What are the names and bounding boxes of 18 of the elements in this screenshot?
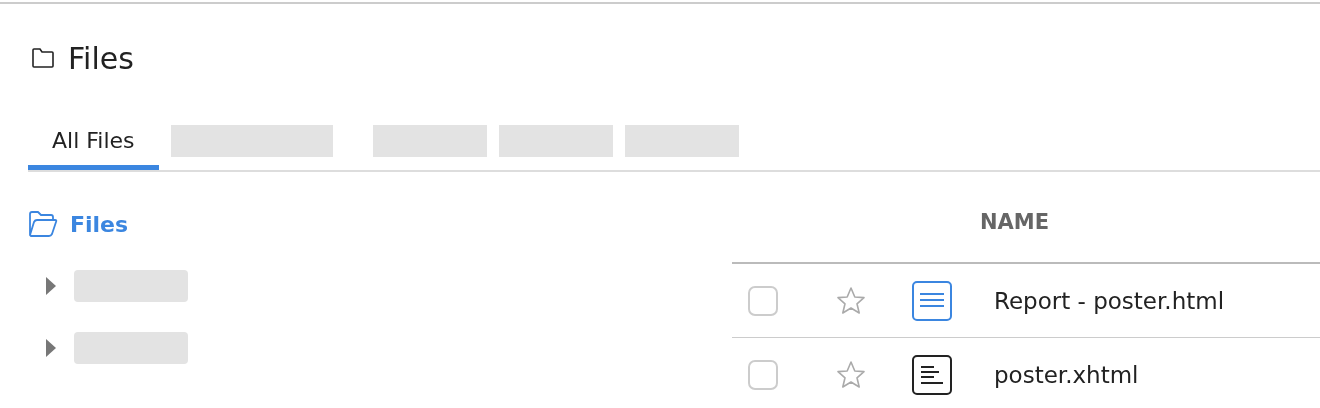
- folder-icon: [30, 47, 56, 69]
- column-header[interactable]: NAME: [980, 210, 1050, 262]
- checkbox[interactable]: [748, 285, 778, 316]
- tab[interactable]: All Files: [28, 125, 159, 170]
- checkbox[interactable]: [748, 359, 778, 390]
- open-folder-icon: [28, 210, 58, 238]
- star-icon[interactable]: [836, 285, 866, 316]
- redacted-folder-name[interactable]: [74, 270, 188, 302]
- document-icon: [912, 354, 952, 395]
- tree-root-item[interactable]: Files: [28, 208, 732, 240]
- file-name[interactable]: Report - poster.html: [994, 287, 1225, 314]
- document-icon: [912, 280, 952, 321]
- file-name[interactable]: poster.xhtml: [994, 361, 1139, 388]
- expand-triangle-icon[interactable]: [46, 339, 56, 357]
- page-title: Files: [68, 40, 134, 76]
- star-icon[interactable]: [836, 359, 866, 390]
- expand-triangle-icon[interactable]: [46, 277, 56, 295]
- redacted-folder-name[interactable]: [74, 332, 188, 364]
